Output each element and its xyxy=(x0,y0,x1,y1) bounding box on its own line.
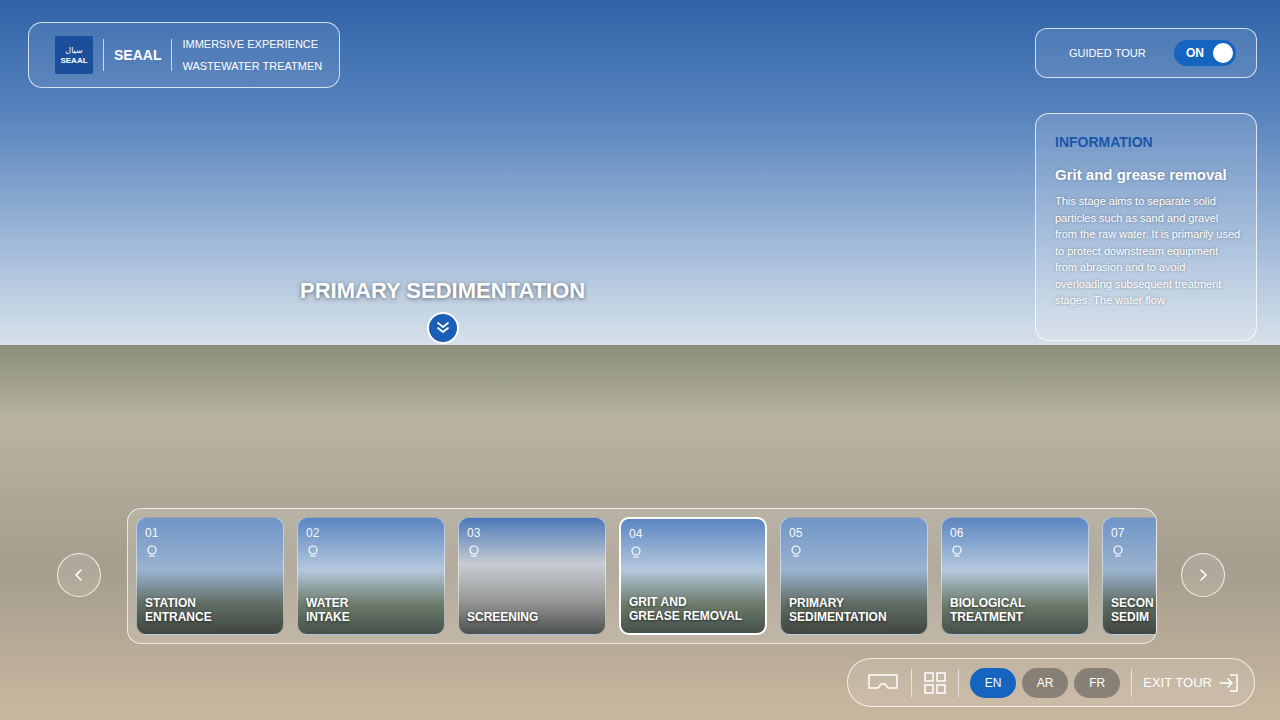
stage-icon xyxy=(629,545,643,559)
information-body: This stage aims to separate solid partic… xyxy=(1055,193,1242,309)
stage-icon xyxy=(789,544,803,558)
next-button[interactable] xyxy=(1181,553,1225,597)
language-button[interactable]: AR xyxy=(1022,668,1068,698)
stage-number: 06 xyxy=(950,526,1080,540)
stage-label: SCREENING xyxy=(467,610,597,624)
stage-number: 04 xyxy=(629,527,757,541)
stage-number: 03 xyxy=(467,526,597,540)
stage-card[interactable]: 04 GRIT AND GREASE REMOVAL xyxy=(619,517,767,635)
stage-label: WATER INTAKE xyxy=(306,596,436,624)
information-heading: INFORMATION xyxy=(1055,134,1242,150)
logo-text: SEAAL xyxy=(60,56,87,66)
chevron-left-icon xyxy=(72,568,86,582)
guided-tour-card: GUIDED TOUR ON xyxy=(1035,28,1257,78)
double-chevron-icon xyxy=(435,320,451,336)
stage-number: 05 xyxy=(789,526,919,540)
logo: سيالSEAAL xyxy=(55,36,93,74)
subtitle-line: IMMERSIVE EXPERIENCE xyxy=(182,33,322,55)
brand-name: SEAAL xyxy=(114,47,161,63)
guided-tour-label: GUIDED TOUR xyxy=(1069,47,1146,59)
hotspot-label: PRIMARY SEDIMENTATION xyxy=(300,278,585,304)
stage-label: SECON SEDIM xyxy=(1111,596,1157,624)
stage-label: STATION ENTRANCE xyxy=(145,596,275,624)
exit-tour-button[interactable]: EXIT TOUR xyxy=(1143,672,1240,694)
stage-icon xyxy=(1111,544,1125,558)
logo-arabic: سيال xyxy=(65,45,82,56)
exit-label: EXIT TOUR xyxy=(1143,675,1212,690)
toggle-knob xyxy=(1213,43,1233,63)
previous-button[interactable] xyxy=(57,553,101,597)
stage-label: PRIMARY SEDIMENTATION xyxy=(789,596,919,624)
vr-headset-icon xyxy=(866,672,900,694)
language-button[interactable]: EN xyxy=(970,668,1016,698)
stage-number: 01 xyxy=(145,526,275,540)
stage-icon xyxy=(306,544,320,558)
stage-carousel: 01 STATION ENTRANCE 02 WATER INTAKE 03 SCREEN… xyxy=(127,508,1157,644)
subtitle-line: WASTEWATER TREATMEN xyxy=(182,55,322,77)
header-subtitle: IMMERSIVE EXPERIENCEWASTEWATER TREATMEN xyxy=(182,33,322,77)
stage-label: BIOLOGICAL TREATMENT xyxy=(950,596,1080,624)
bottom-toolbar: ENARFR EXIT TOUR xyxy=(847,658,1255,707)
stage-card[interactable]: 06 BIOLOGICAL TREATMENT xyxy=(941,517,1089,635)
chevron-right-icon xyxy=(1196,568,1210,582)
toggle-state: ON xyxy=(1186,46,1204,60)
stage-card[interactable]: 03 SCREENING xyxy=(458,517,606,635)
information-panel: INFORMATION Grit and grease removal This s… xyxy=(1035,113,1257,341)
header-card: سيالSEAALSEAALIMMERSIVE EXPERIENCEWASTEW… xyxy=(28,22,340,88)
stage-card[interactable]: 02 WATER INTAKE xyxy=(297,517,445,635)
tour-screen: سيالSEAALSEAALIMMERSIVE EXPERIENCEWASTEW… xyxy=(0,0,1280,720)
stage-number: 07 xyxy=(1111,526,1157,540)
guided-tour-toggle[interactable]: ON xyxy=(1174,40,1236,66)
language-button[interactable]: FR xyxy=(1074,668,1120,698)
grid-icon xyxy=(923,671,947,695)
information-title: Grit and grease removal xyxy=(1055,166,1242,183)
stage-card[interactable]: 01 STATION ENTRANCE xyxy=(136,517,284,635)
vr-button[interactable] xyxy=(866,672,900,694)
grid-button[interactable] xyxy=(923,671,947,695)
stage-icon xyxy=(950,544,964,558)
exit-icon xyxy=(1218,672,1240,694)
stage-number: 02 xyxy=(306,526,436,540)
stage-card[interactable]: 05 PRIMARY SEDIMENTATION xyxy=(780,517,928,635)
stage-icon xyxy=(145,544,159,558)
stage-card[interactable]: 07 SECON SEDIM xyxy=(1102,517,1157,635)
hotspot[interactable]: PRIMARY SEDIMENTATION xyxy=(300,278,585,344)
hotspot-button[interactable] xyxy=(427,312,459,344)
stage-label: GRIT AND GREASE REMOVAL xyxy=(629,595,757,623)
stage-icon xyxy=(467,544,481,558)
